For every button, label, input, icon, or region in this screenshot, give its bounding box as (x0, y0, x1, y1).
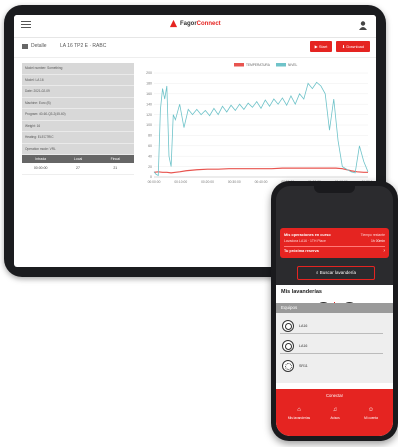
my-laundries-title: Mis lavanderías (281, 289, 322, 295)
equipment-name: LA16 (299, 344, 308, 348)
nav-item-laundries[interactable]: ⌂ Mis lavanderías (284, 407, 314, 420)
table-header: Intrada Local Fincal (22, 155, 134, 163)
phone-notch (314, 186, 355, 193)
connect-button[interactable]: Conectar (276, 389, 393, 402)
operations-card[interactable]: Mis operaciones en curso Lavadora LA16 ·… (280, 228, 389, 258)
table-cell: 21 (113, 166, 118, 170)
header-cell: Intrada (35, 157, 47, 161)
y-tick-label: 180 (146, 82, 152, 86)
equipment-list: LA16 LA16 SR11 (276, 313, 393, 383)
phone-screen: Mis operaciones en curso Lavadora LA16 ·… (276, 186, 393, 436)
table-cell: 27 (76, 166, 80, 170)
x-tick-label: 00:30:00 (228, 180, 241, 184)
equipment-header: Equipos (276, 303, 393, 313)
washer-icon (282, 340, 294, 352)
brand-prefix: Fagor (180, 20, 197, 27)
y-tick-label: 0 (150, 175, 152, 179)
nav-label: Avisos (330, 416, 340, 420)
dryer-icon (282, 360, 294, 372)
info-row: Heating: ELECTRIC (22, 132, 134, 144)
y-tick-label: 20 (148, 165, 152, 169)
y-tick-label: 60 (148, 144, 152, 148)
search-label: Buscar lavandería (319, 270, 357, 275)
legend-swatch (276, 63, 286, 67)
equipment-name: LA16 (299, 324, 308, 328)
home-icon: ⌂ (297, 407, 301, 413)
info-row: Machine: Euro (B) (22, 98, 134, 109)
info-row: Model: LA 16 (22, 75, 134, 86)
ops-machine: Lavadora LA16 · 1TH Place (284, 239, 326, 243)
legend-label: TEMPERATURA (246, 63, 271, 67)
divider (280, 333, 383, 334)
phone-device: Mis operaciones en curso Lavadora LA16 ·… (271, 181, 398, 441)
brand-suffix: Connect (196, 20, 221, 27)
bell-icon: ♫ (332, 407, 338, 413)
chevron-right-icon: › (383, 248, 385, 254)
table-row: 00:00:00 27 21 (22, 163, 134, 175)
detail-label: Detalle (31, 43, 47, 49)
info-row: Operation mode: VRL (22, 144, 134, 155)
table-cell: 00:00:00 (33, 166, 48, 170)
info-row: Weight: 16 (22, 121, 134, 132)
top-bar: Fagor Connect (14, 15, 376, 38)
nav-label: Mis lavanderías (287, 416, 311, 420)
summary-table: Intrada Local Fincal 00:00:00 27 21 (22, 155, 134, 175)
bottom-nav: ⌂ Mis lavanderías ♫ Avisos ☺ Mi cuenta (276, 402, 393, 436)
nav-item-alerts[interactable]: ♫ Avisos (320, 407, 350, 420)
nav-item-account[interactable]: ☺ Mi cuenta (356, 407, 386, 420)
line-chart: 0 20 40 60 80 100 120 140 160 180 200 00:00:00 00:10… (146, 63, 372, 184)
info-row: Date: 2021-02-09 (22, 86, 134, 98)
legend-swatch (234, 63, 244, 67)
washer-icon (282, 320, 294, 332)
download-button[interactable]: ⬇ Download (336, 41, 370, 52)
y-tick-label: 120 (146, 113, 152, 117)
info-row: Program: 40-60-Q3-2(45-60) (22, 109, 134, 121)
list-icon (22, 43, 28, 49)
divider (280, 353, 383, 354)
equipment-item[interactable]: LA16 (280, 317, 389, 334)
ops-time-label: Tiempo restante (360, 233, 385, 237)
y-tick-label: 40 (148, 154, 152, 158)
series-line-temperatura (153, 167, 368, 174)
search-laundry-button[interactable]: ⌕ Buscar lavandería (297, 266, 375, 280)
ops-time-value: 1h 00min (371, 239, 385, 243)
y-tick-label: 140 (146, 102, 152, 106)
equipment-item[interactable]: SR11 (280, 357, 389, 374)
legend-label: NIVEL (288, 63, 297, 67)
brand-logo: Fagor Connect (169, 19, 221, 28)
header-cell: Local (73, 157, 83, 161)
series-line-nivel (153, 81, 369, 177)
detail-tab[interactable]: Detalle (22, 43, 47, 49)
info-panel: Model number: Something Model: LA 16 Dat… (22, 63, 134, 155)
x-tick-label: 00:40:00 (255, 180, 268, 184)
user-icon[interactable] (358, 20, 368, 30)
y-tick-label: 160 (146, 92, 152, 96)
equipment-name: SR11 (299, 364, 308, 368)
y-tick-label: 100 (146, 123, 152, 127)
next-booking-link[interactable]: Tu próxima reserva (284, 249, 319, 253)
divider (284, 246, 385, 247)
header-cell: Fincal (110, 157, 120, 161)
account-icon: ☺ (367, 407, 375, 413)
toolbar: Detalle LA 16 TP2 E · RABC ▶ Start ⬇ Dow… (14, 37, 376, 58)
start-button[interactable]: ▶ Start (310, 41, 332, 52)
y-tick-label: 200 (146, 71, 152, 75)
x-tick-label: 00:20:00 (201, 180, 214, 184)
info-row: Model number: Something (22, 63, 134, 75)
brand-mark-icon (169, 19, 178, 28)
menu-icon[interactable] (21, 21, 31, 29)
equipment-item[interactable]: LA16 (280, 337, 389, 354)
x-tick-label: 00:10:00 (174, 180, 187, 184)
y-tick-label: 80 (148, 134, 152, 138)
device-selector[interactable]: LA 16 TP2 E · RABC (60, 43, 106, 49)
nav-label: Mi cuenta (364, 416, 378, 420)
x-tick-label: 00:00:00 (148, 180, 161, 184)
ops-title: Mis operaciones en curso (284, 233, 331, 237)
